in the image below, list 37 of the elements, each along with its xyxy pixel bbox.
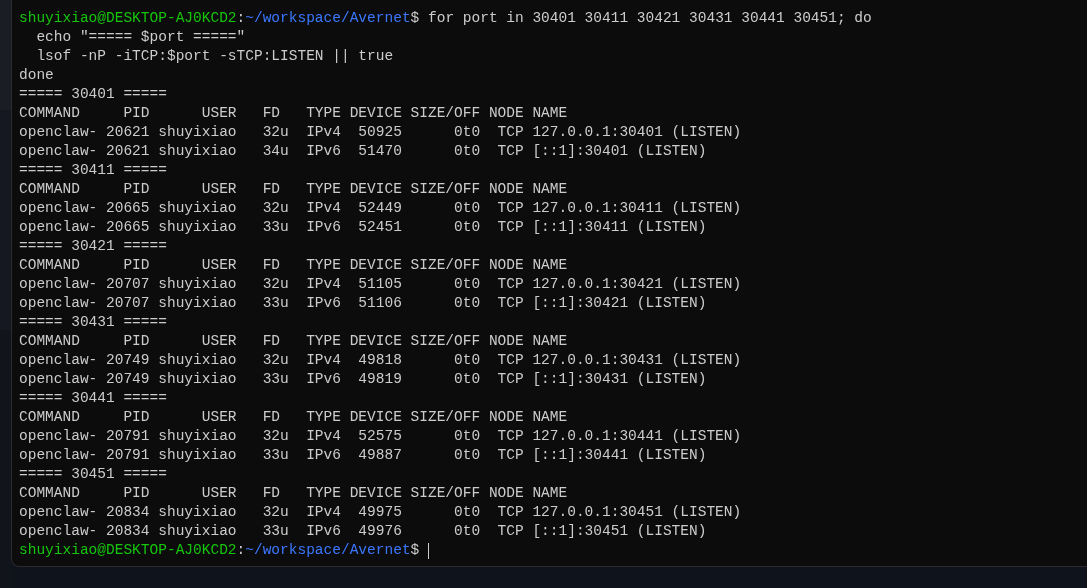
output-line: openclaw- 20707 shuyixiao 33u IPv6 51106 0t0 TCP [::1]:30421 (LISTEN) bbox=[19, 294, 707, 313]
output-line: openclaw- 20707 shuyixiao 32u IPv4 51105 0t0 TCP 127.0.0.1:30421 (LISTEN) bbox=[19, 275, 742, 294]
output-line: openclaw- 20791 shuyixiao 32u IPv4 52575 0t0 TCP 127.0.0.1:30441 (LISTEN) bbox=[19, 427, 742, 446]
prompt-separator: : bbox=[236, 9, 246, 28]
output-line: COMMAND PID USER FD TYPE DEVICE SIZE/OFF NODE NAME bbox=[19, 104, 568, 123]
output-line: lsof -nP -iTCP:$port -sTCP:LISTEN || true bbox=[35, 47, 394, 66]
prompt-symbol: $ bbox=[410, 541, 420, 560]
output-line: openclaw- 20834 shuyixiao 32u IPv4 49975 0t0 TCP 127.0.0.1:30451 (LISTEN) bbox=[19, 503, 742, 522]
prompt-path: ~/workspace/Avernet bbox=[245, 9, 411, 28]
output-line: COMMAND PID USER FD TYPE DEVICE SIZE/OFF NODE NAME bbox=[19, 256, 568, 275]
output-line: openclaw- 20665 shuyixiao 33u IPv6 52451 0t0 TCP [::1]:30411 (LISTEN) bbox=[19, 218, 707, 237]
output-line: ===== 30441 ===== bbox=[19, 389, 167, 408]
prompt-path: ~/workspace/Avernet bbox=[245, 541, 411, 560]
output-line: ===== 30401 ===== bbox=[19, 85, 167, 104]
output-line: COMMAND PID USER FD TYPE DEVICE SIZE/OFF NODE NAME bbox=[19, 484, 568, 503]
output-line: openclaw- 20834 shuyixiao 33u IPv6 49976 0t0 TCP [::1]:30451 (LISTEN) bbox=[19, 522, 707, 541]
output-line: openclaw- 20749 shuyixiao 33u IPv6 49819 0t0 TCP [::1]:30431 (LISTEN) bbox=[19, 370, 707, 389]
output-line: openclaw- 20791 shuyixiao 33u IPv6 49887 0t0 TCP [::1]:30441 (LISTEN) bbox=[19, 446, 707, 465]
output-line: openclaw- 20749 shuyixiao 32u IPv4 49818 0t0 TCP 127.0.0.1:30431 (LISTEN) bbox=[19, 351, 742, 370]
text-cursor bbox=[428, 542, 430, 559]
output-line: ===== 30451 ===== bbox=[19, 465, 167, 484]
output-line: echo "===== $port =====" bbox=[35, 28, 246, 47]
output-line: openclaw- 20665 shuyixiao 32u IPv4 52449 0t0 TCP 127.0.0.1:30411 (LISTEN) bbox=[19, 199, 742, 218]
output-line: COMMAND PID USER FD TYPE DEVICE SIZE/OFF NODE NAME bbox=[19, 408, 568, 427]
output-line: openclaw- 20621 shuyixiao 34u IPv6 51470 0t0 TCP [::1]:30401 (LISTEN) bbox=[19, 142, 707, 161]
output-line: ===== 30421 ===== bbox=[19, 237, 167, 256]
output-line: ===== 30431 ===== bbox=[19, 313, 167, 332]
command-text: for port in 30401 30411 30421 30431 30441 30451; do bbox=[426, 9, 872, 28]
output-line: COMMAND PID USER FD TYPE DEVICE SIZE/OFF NODE NAME bbox=[19, 332, 568, 351]
output-line: openclaw- 20621 shuyixiao 32u IPv4 50925 0t0 TCP 127.0.0.1:30401 (LISTEN) bbox=[19, 123, 742, 142]
output-line: ===== 30411 ===== bbox=[19, 161, 167, 180]
output-line: done bbox=[19, 66, 54, 85]
prompt-user-host: shuyixiao@DESKTOP-AJ0KCD2 bbox=[19, 9, 237, 28]
prompt-user-host: shuyixiao@DESKTOP-AJ0KCD2 bbox=[19, 541, 237, 560]
prompt-separator: : bbox=[236, 541, 246, 560]
output-line: COMMAND PID USER FD TYPE DEVICE SIZE/OFF NODE NAME bbox=[19, 180, 568, 199]
prompt-symbol: $ bbox=[410, 9, 420, 28]
